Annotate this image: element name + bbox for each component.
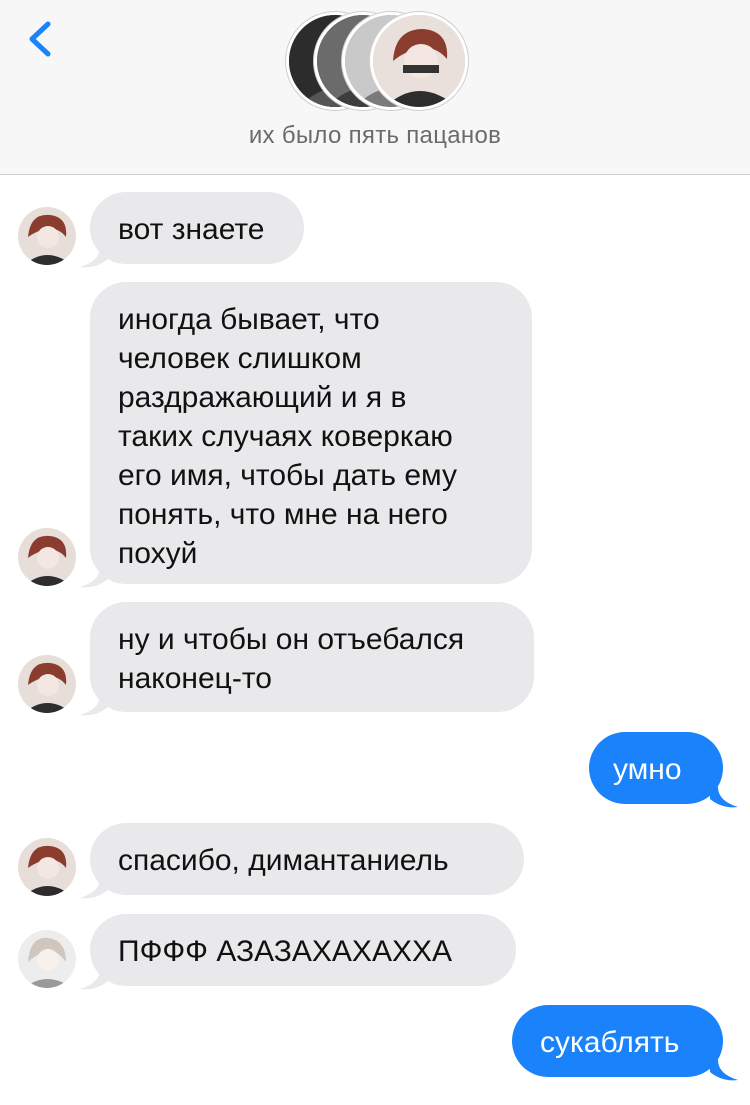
bubble-tail: [80, 878, 108, 899]
message-bubble-incoming[interactable]: спасибо, димантаниель: [90, 823, 524, 895]
message-bubble-incoming[interactable]: ну и чтобы он отъебался наконец-то: [90, 602, 534, 712]
message-text: вот знаете: [118, 213, 265, 246]
message-text: иногда бывает, что: [118, 303, 380, 336]
message-text: ну и чтобы он отъебался: [118, 623, 465, 656]
light-hair-avatar[interactable]: [18, 930, 76, 988]
bubble-tail: [710, 787, 738, 808]
message-text: его имя, чтобы дать ему: [118, 459, 457, 492]
group-member-avatar: [370, 12, 468, 110]
bubble-tail: [80, 695, 108, 716]
message-text: похуй: [118, 537, 198, 570]
red-hair-avatar[interactable]: [18, 528, 76, 586]
back-button[interactable]: [18, 14, 68, 64]
red-hair-avatar[interactable]: [18, 838, 76, 896]
message-bubble-incoming[interactable]: ПФФФ АЗАЗАХАХАХХА: [90, 914, 516, 986]
chevron-left-icon: [29, 21, 51, 57]
message-text: спасибо, димантаниель: [118, 844, 449, 877]
message-bubble-incoming[interactable]: иногда бывает, что человек слишком раздр…: [90, 282, 532, 584]
group-avatar-stack[interactable]: [286, 12, 468, 112]
red-hair-avatar[interactable]: [18, 655, 76, 713]
message-text: умно: [613, 753, 682, 786]
bubble-tail: [80, 969, 108, 990]
red-hair-avatar[interactable]: [18, 207, 76, 265]
message-text: наконец-то: [118, 662, 272, 695]
conversation-title: их было пять пацанов: [248, 122, 502, 149]
message-text: человек слишком: [118, 342, 362, 375]
message-text: понять, что мне на него: [118, 498, 448, 531]
bubble-tail: [80, 247, 108, 268]
bubble-tail: [80, 567, 108, 588]
bubble-tail: [710, 1060, 738, 1081]
message-text: сукаблять: [540, 1026, 680, 1059]
message-list[interactable]: вот знаете иногда бывает, что человек сл…: [0, 175, 750, 1105]
message-bubble-outgoing[interactable]: сукаблять: [512, 1005, 723, 1077]
conversation-header: их было пять пацанов: [0, 0, 750, 175]
message-text: раздражающий и я в: [118, 381, 407, 414]
message-bubble-incoming[interactable]: вот знаете: [90, 192, 304, 264]
message-text: таких случаях коверкаю: [118, 420, 453, 453]
message-bubble-outgoing[interactable]: умно: [589, 732, 723, 804]
message-text: ПФФФ АЗАЗАХАХАХХА: [118, 935, 452, 968]
